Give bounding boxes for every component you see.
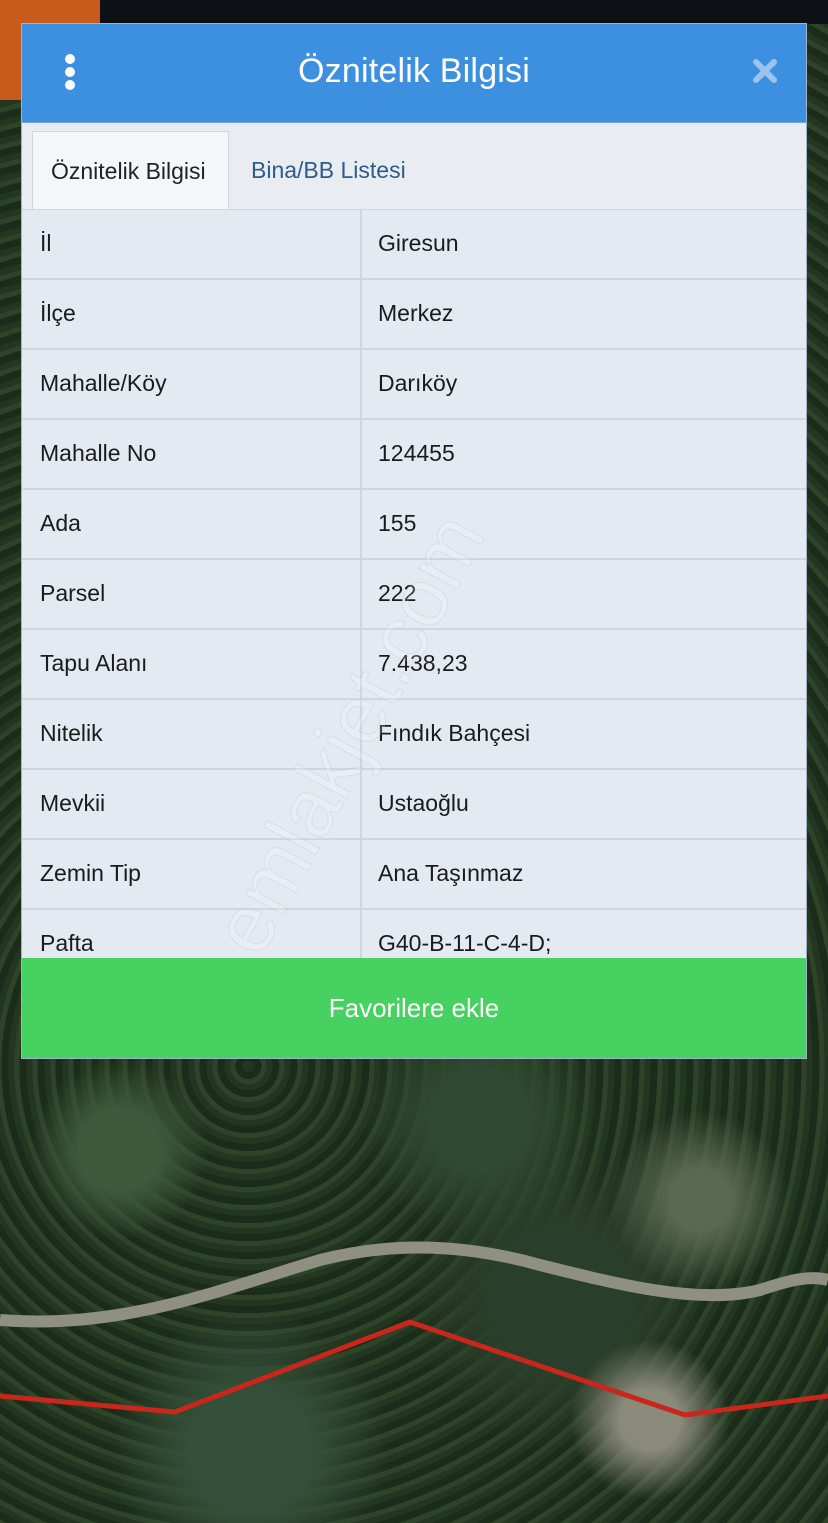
row-key: Zemin Tip [22, 840, 362, 908]
table-row: Mevkii Ustaoğlu [22, 770, 806, 840]
close-icon[interactable] [750, 56, 780, 86]
tab-building-list[interactable]: Bina/BB Listesi [233, 131, 424, 209]
row-value: 155 [378, 510, 417, 536]
row-key: Mahalle No [22, 420, 362, 488]
row-value: 222 [378, 580, 417, 606]
table-row: İl Giresun [22, 210, 806, 280]
table-row: İlçe Merkez [22, 280, 806, 350]
row-value: Darıköy [378, 370, 458, 396]
row-key: Mahalle/Köy [22, 350, 362, 418]
table-row: Mahalle/Köy Darıköy [22, 350, 806, 420]
row-key: Parsel [22, 560, 362, 628]
row-value: Ustaoğlu [378, 790, 469, 816]
table-row: Parsel 222 [22, 560, 806, 630]
table-row: Nitelik Fındık Bahçesi [22, 700, 806, 770]
row-value: 7.438,23 [378, 650, 468, 676]
status-bar [0, 0, 828, 24]
parcel-boundary [0, 1300, 828, 1440]
row-key: İlçe [22, 280, 362, 348]
row-value: Merkez [378, 300, 454, 326]
table-row: Ada 155 [22, 490, 806, 560]
row-key: Nitelik [22, 700, 362, 768]
tab-attribute-info[interactable]: Öznitelik Bilgisi [32, 131, 229, 209]
row-key: Mevkii [22, 770, 362, 838]
attribute-table: İl Giresun İlçe Merkez Mahalle/Köy Darık… [22, 210, 806, 978]
add-to-favorites-button[interactable]: Favorilere ekle [22, 958, 806, 1058]
table-row: Mahalle No 124455 [22, 420, 806, 490]
row-value: Giresun [378, 230, 459, 256]
table-row: Zemin Tip Ana Taşınmaz [22, 840, 806, 910]
row-key: Tapu Alanı [22, 630, 362, 698]
attribute-info-dialog: Öznitelik Bilgisi Öznitelik Bilgisi Bina… [22, 24, 806, 1058]
dialog-header: Öznitelik Bilgisi [22, 24, 806, 123]
row-value: 124455 [378, 440, 455, 466]
dialog-title: Öznitelik Bilgisi [297, 52, 531, 90]
row-value: Fındık Bahçesi [378, 720, 531, 746]
row-key: Ada [22, 490, 362, 558]
row-value: Ana Taşınmaz [378, 860, 524, 886]
tab-bar: Öznitelik Bilgisi Bina/BB Listesi [22, 123, 806, 210]
row-key: İl [22, 210, 362, 278]
table-row: Tapu Alanı 7.438,23 [22, 630, 806, 700]
